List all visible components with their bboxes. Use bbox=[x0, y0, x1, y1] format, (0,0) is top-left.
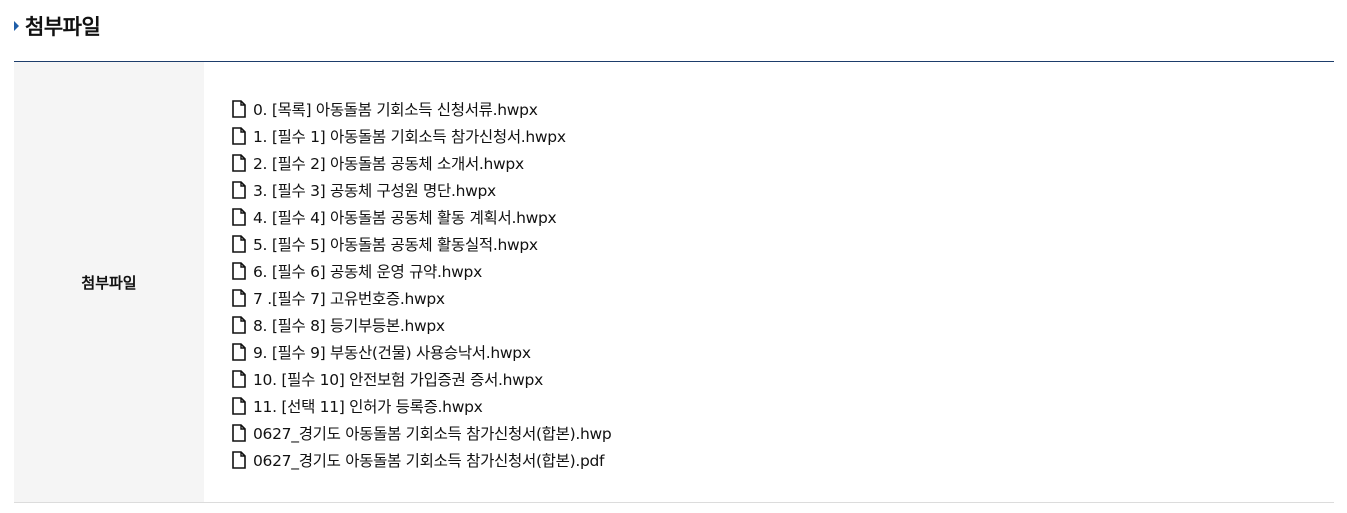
triangle-bullet-icon bbox=[14, 21, 19, 31]
file-item: 8. [필수 8] 등기부등본.hwpx bbox=[232, 311, 1334, 338]
file-download-link[interactable]: 7 .[필수 7] 고유번호증.hwpx bbox=[253, 287, 445, 309]
attachments-label-cell: 첨부파일 bbox=[14, 62, 204, 502]
document-icon bbox=[232, 369, 246, 388]
file-download-link[interactable]: 9. [필수 9] 부동산(건물) 사용승낙서.hwpx bbox=[253, 341, 531, 363]
document-icon bbox=[232, 153, 246, 172]
attachments-table: 첨부파일 0. [목록] 아동돌봄 기회소득 신청서류.hwpx 1. [필수 1… bbox=[14, 61, 1334, 503]
file-download-link[interactable]: 5. [필수 5] 아동돌봄 공동체 활동실적.hwpx bbox=[253, 233, 538, 255]
file-item: 1. [필수 1] 아동돌봄 기회소득 참가신청서.hwpx bbox=[232, 122, 1334, 149]
file-item: 6. [필수 6] 공동체 운영 규약.hwpx bbox=[232, 257, 1334, 284]
document-icon bbox=[232, 288, 246, 307]
file-download-link[interactable]: 8. [필수 8] 등기부등본.hwpx bbox=[253, 314, 445, 336]
file-download-link[interactable]: 3. [필수 3] 공동체 구성원 명단.hwpx bbox=[253, 179, 496, 201]
section-header: 첨부파일 bbox=[14, 8, 101, 44]
file-download-link[interactable]: 0627_경기도 아동돌봄 기회소득 참가신청서(합본).hwp bbox=[253, 422, 612, 444]
document-icon bbox=[232, 126, 246, 145]
file-item: 10. [필수 10] 안전보험 가입증권 증서.hwpx bbox=[232, 365, 1334, 392]
document-icon bbox=[232, 315, 246, 334]
file-item: 3. [필수 3] 공동체 구성원 명단.hwpx bbox=[232, 176, 1334, 203]
file-item: 4. [필수 4] 아동돌봄 공동체 활동 계획서.hwpx bbox=[232, 203, 1334, 230]
document-icon bbox=[232, 99, 246, 118]
file-download-link[interactable]: 2. [필수 2] 아동돌봄 공동체 소개서.hwpx bbox=[253, 152, 524, 174]
file-download-link[interactable]: 4. [필수 4] 아동돌봄 공동체 활동 계획서.hwpx bbox=[253, 206, 557, 228]
file-item: 11. [선택 11] 인허가 등록증.hwpx bbox=[232, 392, 1334, 419]
file-download-link[interactable]: 11. [선택 11] 인허가 등록증.hwpx bbox=[253, 395, 483, 417]
document-icon bbox=[232, 234, 246, 253]
file-list: 0. [목록] 아동돌봄 기회소득 신청서류.hwpx 1. [필수 1] 아동돌… bbox=[232, 95, 1334, 473]
section-title: 첨부파일 bbox=[25, 15, 101, 39]
document-icon bbox=[232, 261, 246, 280]
document-icon bbox=[232, 423, 246, 442]
file-item: 0627_경기도 아동돌봄 기회소득 참가신청서(합본).hwp bbox=[232, 419, 1334, 446]
file-item: 9. [필수 9] 부동산(건물) 사용승낙서.hwpx bbox=[232, 338, 1334, 365]
document-icon bbox=[232, 450, 246, 469]
document-icon bbox=[232, 207, 246, 226]
attachments-files-cell: 0. [목록] 아동돌봄 기회소득 신청서류.hwpx 1. [필수 1] 아동돌… bbox=[204, 62, 1334, 502]
file-item: 5. [필수 5] 아동돌봄 공동체 활동실적.hwpx bbox=[232, 230, 1334, 257]
document-icon bbox=[232, 180, 246, 199]
document-icon bbox=[232, 396, 246, 415]
file-item: 2. [필수 2] 아동돌봄 공동체 소개서.hwpx bbox=[232, 149, 1334, 176]
document-icon bbox=[232, 342, 246, 361]
file-item: 7 .[필수 7] 고유번호증.hwpx bbox=[232, 284, 1334, 311]
file-download-link[interactable]: 1. [필수 1] 아동돌봄 기회소득 참가신청서.hwpx bbox=[253, 125, 566, 147]
file-download-link[interactable]: 6. [필수 6] 공동체 운영 규약.hwpx bbox=[253, 260, 482, 282]
file-download-link[interactable]: 0. [목록] 아동돌봄 기회소득 신청서류.hwpx bbox=[253, 98, 538, 120]
file-item: 0. [목록] 아동돌봄 기회소득 신청서류.hwpx bbox=[232, 95, 1334, 122]
file-download-link[interactable]: 0627_경기도 아동돌봄 기회소득 참가신청서(합본).pdf bbox=[253, 449, 605, 471]
attachments-label: 첨부파일 bbox=[81, 273, 137, 292]
file-item: 0627_경기도 아동돌봄 기회소득 참가신청서(합본).pdf bbox=[232, 446, 1334, 473]
file-download-link[interactable]: 10. [필수 10] 안전보험 가입증권 증서.hwpx bbox=[253, 368, 543, 390]
